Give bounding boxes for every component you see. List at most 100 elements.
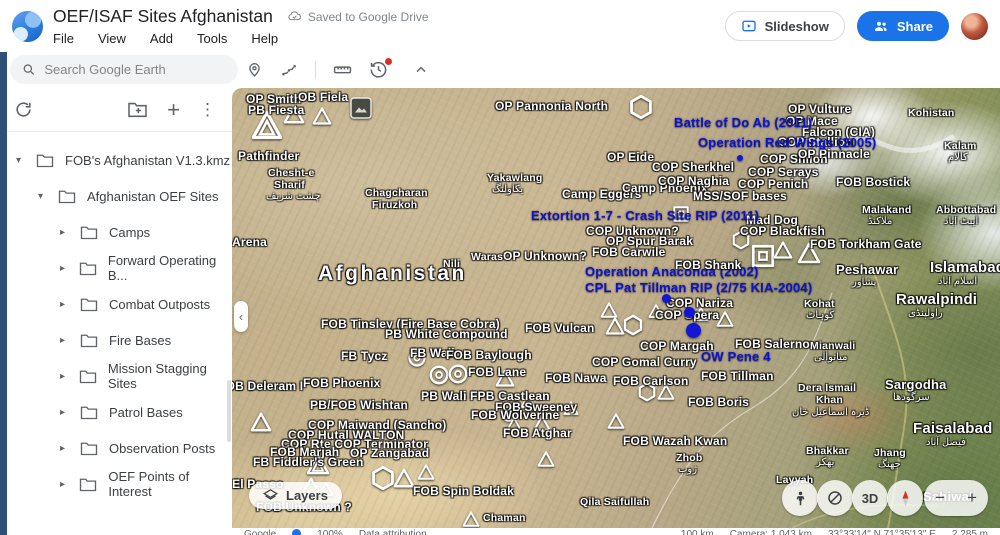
menu-item-add[interactable]: Add <box>150 31 173 46</box>
map-label-site[interactable]: COP Sherkhel <box>652 161 734 174</box>
refresh-button[interactable] <box>14 100 33 119</box>
placemark-tri-icon[interactable] <box>462 510 480 528</box>
caret-right-icon[interactable]: ▸ <box>60 371 79 382</box>
tree-item-forward-operating-b-[interactable]: ▸ Forward Operating B... <box>0 250 232 286</box>
map-label-site[interactable]: FOB Torkham Gate <box>810 238 922 251</box>
compass-button[interactable] <box>887 480 923 516</box>
search-input[interactable] <box>44 62 226 77</box>
map-label-event[interactable]: Operation Red Wings (2005) <box>698 136 876 150</box>
placemark-dot-icon[interactable] <box>662 294 671 303</box>
map-label-site[interactable]: PB/FOB Wishtan <box>310 399 408 412</box>
more-options-button[interactable]: ⋮ <box>199 100 216 120</box>
map-label-site[interactable]: OP Eide <box>607 151 654 164</box>
placemark-tri-icon[interactable] <box>773 240 793 260</box>
map-label-site[interactable]: FOB Carlson <box>613 375 689 388</box>
sidebar-collapse-button[interactable]: ‹ <box>234 301 248 332</box>
map-label-site[interactable]: PB Fiesta <box>248 104 305 117</box>
caret-right-icon[interactable]: ▸ <box>60 335 80 346</box>
tilt-view-button[interactable] <box>817 480 853 516</box>
caret-down-icon[interactable]: ▾ <box>16 155 36 166</box>
data-attribution-link[interactable]: Data attribution <box>359 529 427 535</box>
placemark-hex-icon[interactable] <box>628 94 654 120</box>
map-label-site[interactable]: FOB Deleram I <box>232 380 303 393</box>
share-button[interactable]: Share <box>856 11 949 41</box>
map-label-site[interactable]: Pathfinder <box>238 150 299 163</box>
placemark-dot-icon[interactable] <box>737 155 743 161</box>
map-label-event[interactable]: CPL Pat Tillman RIP (2/75 KIA-2004) <box>585 281 812 295</box>
map-label-event[interactable]: Extortion 1-7 - Crash Site RIP (2011) <box>531 209 759 223</box>
account-avatar[interactable] <box>961 12 988 40</box>
map-label-site[interactable]: MSS/SOF bases <box>693 190 787 203</box>
placemark-circ2-icon[interactable] <box>447 363 469 385</box>
historical-imagery-button[interactable] <box>369 58 392 79</box>
map-label-site[interactable]: FOB Shank <box>675 259 741 272</box>
placemark-pin-button[interactable] <box>246 61 263 78</box>
menu-item-file[interactable]: File <box>53 31 74 46</box>
map-label-site[interactable]: PB White Compound <box>385 328 508 341</box>
tree-item-combat-outposts[interactable]: ▸ Combat Outposts <box>0 286 232 322</box>
project-title[interactable]: OEF/ISAF Sites Afghanistan <box>53 6 273 27</box>
map-label-site[interactable]: OP Unknown? <box>503 250 587 263</box>
menu-item-help[interactable]: Help <box>251 31 278 46</box>
map-viewport[interactable]: ‹ Layers 3D − + OP Smith OB Fiela PB Fiest… <box>232 88 1000 528</box>
tree-item-observation-posts[interactable]: ▸ Observation Posts <box>0 430 232 466</box>
add-button[interactable]: + <box>167 98 180 121</box>
tree-item-group[interactable]: ▾ Afghanistan OEF Sites <box>0 178 232 214</box>
placemark-tri-icon[interactable] <box>250 411 272 433</box>
map-label-site[interactable]: FOB Nawa <box>545 372 607 385</box>
zoom-in-button[interactable]: + <box>956 480 988 516</box>
map-label-site[interactable]: COP Gomal Curry <box>592 356 697 369</box>
draw-path-button[interactable] <box>280 61 298 79</box>
map-label-site[interactable]: FOB Bostick <box>836 176 910 189</box>
3d-toggle-button[interactable]: 3D <box>852 480 888 516</box>
tree-item-camps[interactable]: ▸ Camps <box>0 214 232 250</box>
caret-right-icon[interactable]: ▸ <box>60 227 80 238</box>
placemark-photo-icon[interactable] <box>349 96 373 120</box>
placemark-dot-icon[interactable] <box>686 323 701 338</box>
map-label-site[interactable]: FOB Vulcan <box>525 322 595 335</box>
map-label-site[interactable]: FOB Wolverine <box>471 409 559 422</box>
placemark-tri-icon[interactable] <box>537 450 555 468</box>
placemark-tri-icon[interactable] <box>393 467 415 489</box>
map-label-site[interactable]: Arena <box>232 236 267 249</box>
map-label-event[interactable]: OW Pene 4 <box>701 350 771 364</box>
caret-right-icon[interactable]: ▸ <box>60 407 80 418</box>
map-label-site[interactable]: COP Blackfish <box>740 225 825 238</box>
map-label-site[interactable]: FOB Boris <box>688 396 749 409</box>
map-label-site[interactable]: FB Tycz <box>341 350 388 363</box>
placemark-hex-icon[interactable] <box>622 314 644 336</box>
placemark-tri-icon[interactable] <box>312 106 332 126</box>
map-label-site[interactable]: FOB Lane <box>468 366 526 379</box>
search-box[interactable] <box>10 55 238 84</box>
map-label-site[interactable]: FOB Wazah Kwan <box>623 435 727 448</box>
info-icon[interactable] <box>292 529 302 535</box>
tree-item-root[interactable]: ▾ FOB's Afghanistan V1.3.kmz <box>0 142 232 178</box>
collapse-toolbar-button[interactable] <box>413 62 429 78</box>
caret-right-icon[interactable]: ▸ <box>60 263 79 274</box>
slideshow-button[interactable]: Slideshow <box>724 11 845 41</box>
tree-item-oef-points-of-interest[interactable]: ▸ OEF Points of Interest <box>0 466 232 502</box>
caret-right-icon[interactable]: ▸ <box>60 443 80 454</box>
map-label-event[interactable]: Battle of Do Ab (2011) <box>674 116 812 130</box>
map-label-site[interactable]: FB Fiddler's Green <box>253 456 363 469</box>
new-folder-button[interactable] <box>127 101 148 118</box>
menu-item-view[interactable]: View <box>98 31 126 46</box>
placemark-dot-icon[interactable] <box>684 307 695 318</box>
zoom-out-button[interactable]: − <box>924 480 956 516</box>
caret-right-icon[interactable]: ▸ <box>60 479 79 490</box>
tree-item-fire-bases[interactable]: ▸ Fire Bases <box>0 322 232 358</box>
menu-item-tools[interactable]: Tools <box>197 31 227 46</box>
map-label-site[interactable]: FOB Baylough <box>446 349 532 362</box>
pegman-button[interactable] <box>782 480 818 516</box>
map-label-site[interactable]: FOB Atghar <box>503 427 572 440</box>
tree-item-mission-stagging-sites[interactable]: ▸ Mission Stagging Sites <box>0 358 232 394</box>
measure-button[interactable] <box>333 60 352 79</box>
map-label-site[interactable]: FOB Tillman <box>701 370 774 383</box>
layers-button[interactable]: Layers <box>249 482 342 509</box>
map-label-site[interactable]: OP Pannonia North <box>495 100 608 113</box>
google-earth-logo[interactable] <box>12 11 43 42</box>
tree-item-patrol-bases[interactable]: ▸ Patrol Bases <box>0 394 232 430</box>
caret-down-icon[interactable]: ▾ <box>38 191 58 202</box>
placemark-tri-icon[interactable] <box>607 412 625 430</box>
sidebar-scrollbar[interactable] <box>227 380 231 442</box>
